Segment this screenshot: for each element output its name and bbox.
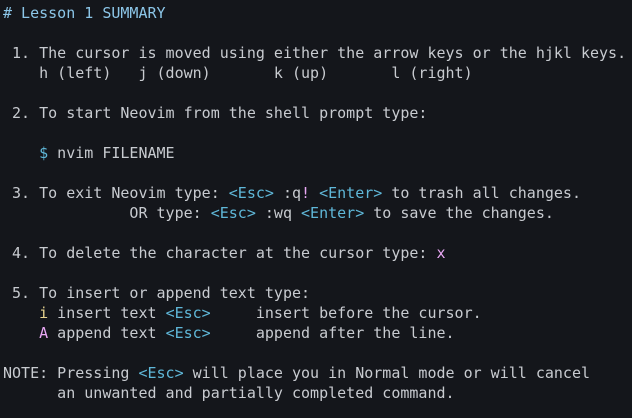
esc-key: <Esc> bbox=[138, 364, 184, 382]
item3-prefix: 3. To exit Neovim type: bbox=[3, 184, 229, 202]
esc-key: <Esc> bbox=[165, 324, 211, 342]
item4-prefix: 4. To delete the character at the cursor… bbox=[3, 244, 437, 262]
esc-key: <Esc> bbox=[165, 304, 211, 322]
bang-mark: ! bbox=[301, 184, 311, 202]
note-line2: an unwanted and partially completed comm… bbox=[3, 384, 455, 402]
insert-key: i bbox=[39, 304, 49, 322]
item2-command-line: $ nvim FILENAME bbox=[3, 143, 175, 163]
enter-key: <Enter> bbox=[301, 204, 365, 222]
item3-line2: OR type: <Esc> :wq <Enter> to save the c… bbox=[3, 203, 554, 223]
shell-command: nvim FILENAME bbox=[48, 144, 175, 162]
append-key: A bbox=[39, 324, 49, 342]
write-command: :wq bbox=[255, 204, 302, 222]
item5-insert-line: i insert text <Esc> insert before the cu… bbox=[3, 303, 482, 323]
insert-label: insert text bbox=[48, 304, 166, 322]
note-line1: NOTE: Pressing <Esc> will place you in N… bbox=[3, 363, 590, 383]
append-description: append after the line. bbox=[210, 324, 455, 342]
prompt-symbol: $ bbox=[39, 144, 49, 162]
item2-line1: 2. To start Neovim from the shell prompt… bbox=[3, 104, 428, 122]
esc-key: <Esc> bbox=[228, 184, 274, 202]
item5-line1: 5. To insert or append text type: bbox=[3, 284, 311, 302]
lesson-heading: # Lesson 1 SUMMARY bbox=[3, 4, 166, 22]
item3-line1: 3. To exit Neovim type: <Esc> :q! <Enter… bbox=[3, 183, 581, 203]
item5-append-line: A append text <Esc> append after the lin… bbox=[3, 323, 455, 343]
append-label: append text bbox=[48, 324, 166, 342]
item1-line2: h (left) j (down) k (up) l (right) bbox=[3, 64, 473, 82]
insert-description: insert before the cursor. bbox=[210, 304, 482, 322]
delete-key: x bbox=[436, 244, 446, 262]
save-text: to save the changes. bbox=[364, 204, 554, 222]
item1-line1: 1. The cursor is moved using either the … bbox=[3, 44, 627, 62]
item3-or-prefix: OR type: bbox=[3, 204, 211, 222]
trash-text: to trash all changes. bbox=[382, 184, 581, 202]
item4-line1: 4. To delete the character at the cursor… bbox=[3, 243, 446, 263]
esc-key: <Esc> bbox=[210, 204, 256, 222]
quit-command: :q bbox=[273, 184, 302, 202]
enter-key: <Enter> bbox=[319, 184, 383, 202]
terminal-window[interactable]: # Lesson 1 SUMMARY 1. The cursor is move… bbox=[0, 0, 632, 418]
note-prefix: NOTE: Pressing bbox=[3, 364, 139, 382]
note-text: will place you in Normal mode or will ca… bbox=[183, 364, 591, 382]
